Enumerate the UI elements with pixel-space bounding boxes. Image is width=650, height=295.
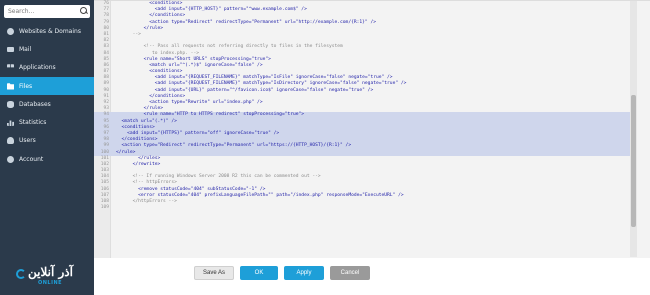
globe-icon — [7, 27, 14, 35]
sidebar-item-statistics[interactable]: Statistics — [0, 113, 94, 131]
sidebar-item-label: Users — [19, 137, 36, 145]
sidebar-item-label: Files — [19, 82, 33, 90]
sidebar-item-users[interactable]: Users — [0, 132, 94, 150]
sidebar-item-label: Applications — [19, 64, 56, 72]
save-as-button[interactable]: Save As — [194, 266, 234, 280]
code-editor[interactable]: 76 <conditions> 77 <add input="{HTTP_HOST… — [94, 0, 650, 259]
sidebar-item-applications[interactable]: Applications — [0, 59, 94, 77]
sidebar-item-label: Websites & Domains — [19, 27, 81, 35]
sidebar-item-label: Databases — [19, 100, 51, 108]
logo-mark-icon — [16, 269, 26, 279]
code-line[interactable]: 109 — [94, 205, 634, 211]
search-input[interactable]: Search... — [4, 5, 90, 18]
logo-text: آذر آنلاین — [28, 265, 73, 279]
sidebar-item-label: Account — [19, 155, 44, 163]
editor-scroll-thumb[interactable] — [631, 95, 636, 227]
sidebar-item-account[interactable]: Account — [0, 150, 94, 168]
search-placeholder: Search... — [8, 8, 35, 15]
sidebar-item-databases[interactable]: Databases — [0, 95, 94, 113]
sidebar-item-label: Mail — [19, 45, 32, 53]
line-number: 109 — [100, 205, 109, 211]
sidebar: Search... Websites & Domains Mail Applic… — [0, 0, 94, 295]
files-icon — [7, 83, 14, 90]
users-icon — [7, 137, 14, 145]
mail-icon — [7, 46, 14, 52]
apply-button[interactable]: Apply — [284, 266, 324, 280]
ok-button[interactable]: OK — [240, 266, 278, 280]
applications-icon — [7, 64, 14, 68]
dialog-footer: Save As OK Apply Cancel — [94, 258, 650, 295]
cancel-button[interactable]: Cancel — [330, 266, 370, 280]
search-icon[interactable] — [79, 6, 90, 17]
code-lines[interactable]: 76 <conditions> 77 <add input="{HTTP_HOST… — [94, 1, 634, 211]
statistics-icon — [7, 120, 14, 127]
editor-scrollbar[interactable] — [630, 1, 637, 257]
sidebar-item-files[interactable]: Files — [0, 76, 94, 96]
account-icon — [7, 155, 14, 163]
databases-icon — [7, 100, 14, 108]
brand-logo: آذر آنلاین ONLINE — [14, 263, 80, 289]
sidebar-item-label: Statistics — [19, 119, 47, 127]
logo-subtext: ONLINE — [38, 280, 63, 286]
sidebar-item-websites-domains[interactable]: Websites & Domains — [0, 22, 94, 40]
sidebar-nav: Websites & Domains Mail Applications Fil… — [0, 22, 94, 168]
sidebar-item-mail[interactable]: Mail — [0, 40, 94, 58]
